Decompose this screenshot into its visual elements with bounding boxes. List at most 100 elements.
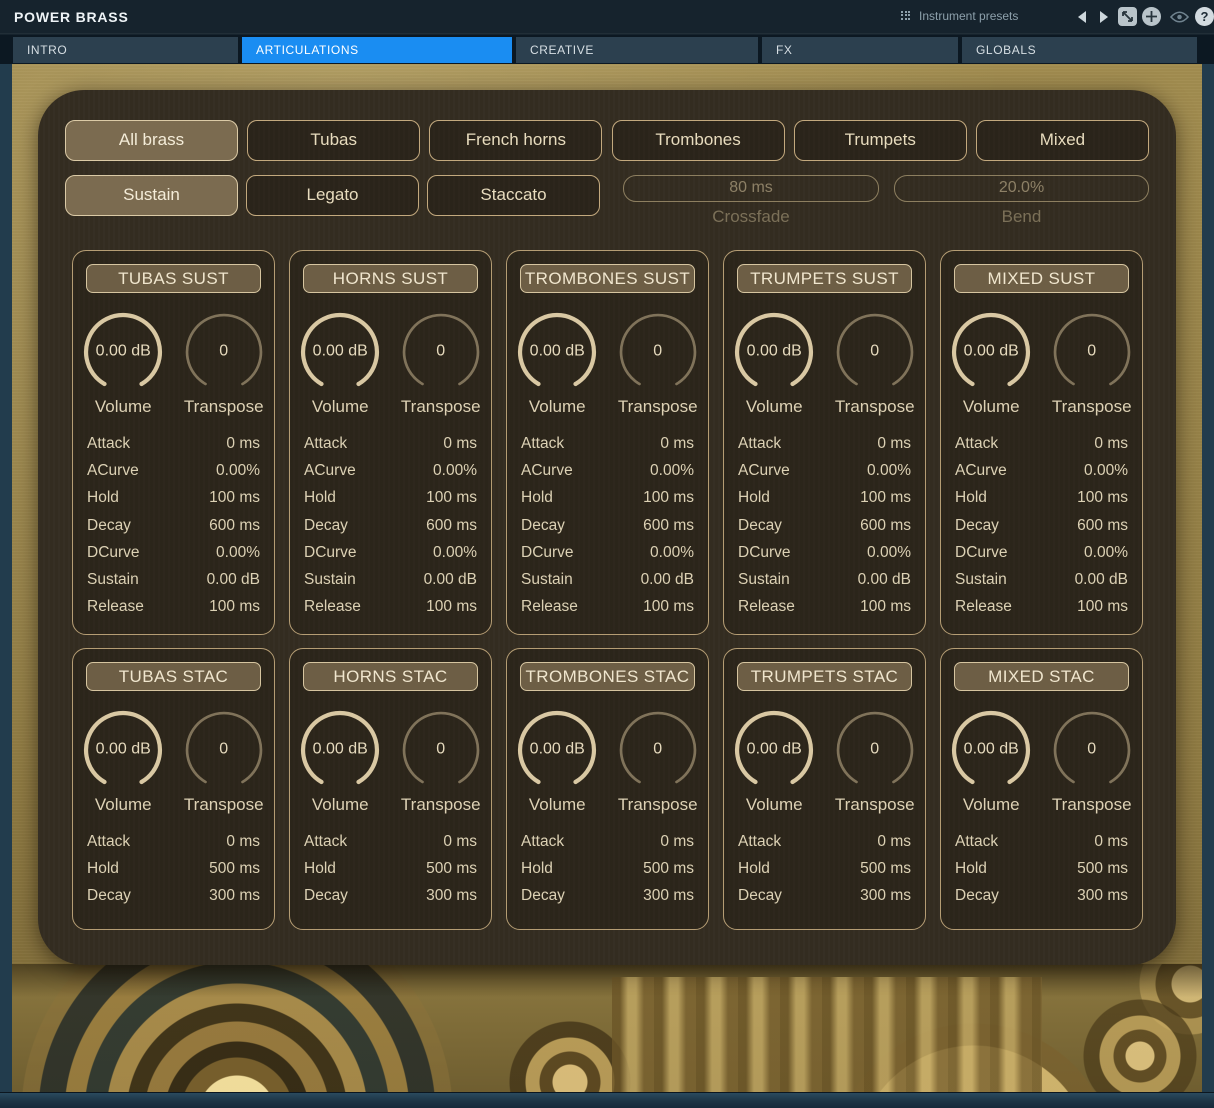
param-value[interactable]: 100 ms — [1077, 484, 1128, 511]
volume-knob[interactable]: 0.00 dB — [515, 708, 599, 792]
param-value[interactable]: 100 ms — [860, 484, 911, 511]
tab-intro[interactable]: INTRO — [13, 37, 238, 63]
volume-knob[interactable]: 0.00 dB — [732, 310, 816, 394]
param-value[interactable]: 0.00% — [216, 457, 260, 484]
param-value[interactable]: 0 ms — [443, 430, 477, 457]
param-value[interactable]: 500 ms — [209, 855, 260, 882]
param-value[interactable]: 0.00 dB — [641, 566, 694, 593]
resize-icon[interactable] — [1118, 7, 1137, 26]
param-value[interactable]: 0.00 dB — [858, 566, 911, 593]
param-value[interactable]: 300 ms — [426, 882, 477, 909]
volume-knob[interactable]: 0.00 dB — [298, 310, 382, 394]
transpose-knob[interactable]: 0 — [1050, 708, 1134, 792]
param-value[interactable]: 0.00 dB — [1075, 566, 1128, 593]
param-value[interactable]: 500 ms — [643, 855, 694, 882]
button-legato[interactable]: Legato — [246, 175, 419, 216]
transpose-knob[interactable]: 0 — [182, 310, 266, 394]
param-value[interactable]: 600 ms — [209, 512, 260, 539]
window-bottom-bar — [0, 1092, 1214, 1108]
param-value[interactable]: 0 ms — [226, 430, 260, 457]
volume-knob[interactable]: 0.00 dB — [949, 708, 1033, 792]
param-value[interactable]: 100 ms — [1077, 593, 1128, 620]
param-value[interactable]: 0.00 dB — [207, 566, 260, 593]
param-value[interactable]: 0.00% — [433, 539, 477, 566]
param-value[interactable]: 0.00% — [433, 457, 477, 484]
param-value[interactable]: 600 ms — [643, 512, 694, 539]
param-value[interactable]: 600 ms — [426, 512, 477, 539]
param-list: Attack 0 ms ACurve 0.00% Hold 100 — [73, 430, 274, 620]
button-staccato[interactable]: Staccato — [427, 175, 600, 216]
button-sustain[interactable]: Sustain — [65, 175, 238, 216]
param-value[interactable]: 0.00 dB — [424, 566, 477, 593]
param-value[interactable]: 100 ms — [860, 593, 911, 620]
crossfade-field[interactable]: 80 ms — [623, 175, 879, 202]
param-label: Release — [955, 593, 1012, 620]
button-mixed[interactable]: Mixed — [976, 120, 1149, 161]
param-value[interactable]: 0 ms — [1094, 430, 1128, 457]
transpose-value: 0 — [833, 343, 917, 361]
help-icon[interactable]: ? — [1195, 7, 1214, 26]
param-value[interactable]: 0.00% — [867, 539, 911, 566]
button-french-horns[interactable]: French horns — [429, 120, 602, 161]
transpose-knob[interactable]: 0 — [1050, 310, 1134, 394]
button-all-brass[interactable]: All brass — [65, 120, 238, 161]
visibility-icon[interactable] — [1170, 7, 1189, 26]
transpose-knob[interactable]: 0 — [833, 708, 917, 792]
button-tubas[interactable]: Tubas — [247, 120, 420, 161]
transpose-knob[interactable]: 0 — [399, 708, 483, 792]
bend-field[interactable]: 20.0% — [894, 175, 1149, 202]
previous-preset-icon[interactable] — [1078, 11, 1086, 23]
param-value[interactable]: 0.00% — [867, 457, 911, 484]
param-value[interactable]: 0 ms — [443, 828, 477, 855]
volume-knob[interactable]: 0.00 dB — [81, 708, 165, 792]
button-trombones[interactable]: Trombones — [612, 120, 785, 161]
param-value[interactable]: 500 ms — [1077, 855, 1128, 882]
param-value[interactable]: 0 ms — [1094, 828, 1128, 855]
tab-fx[interactable]: FX — [762, 37, 958, 63]
volume-knob[interactable]: 0.00 dB — [515, 310, 599, 394]
param-row: Hold 100 ms — [304, 484, 477, 511]
param-value[interactable]: 0.00% — [1084, 539, 1128, 566]
param-value[interactable]: 600 ms — [1077, 512, 1128, 539]
param-value[interactable]: 300 ms — [643, 882, 694, 909]
param-value[interactable]: 0.00% — [650, 539, 694, 566]
tab-articulations[interactable]: ARTICULATIONS — [242, 37, 512, 63]
param-value[interactable]: 100 ms — [209, 593, 260, 620]
volume-knob[interactable]: 0.00 dB — [298, 708, 382, 792]
tab-globals[interactable]: GLOBALS — [962, 37, 1197, 63]
param-value[interactable]: 0 ms — [660, 828, 694, 855]
param-value[interactable]: 100 ms — [209, 484, 260, 511]
tab-creative[interactable]: CREATIVE — [516, 37, 758, 63]
param-value[interactable]: 0 ms — [877, 828, 911, 855]
next-preset-icon[interactable] — [1100, 11, 1108, 23]
transpose-knob[interactable]: 0 — [833, 310, 917, 394]
volume-knob[interactable]: 0.00 dB — [81, 310, 165, 394]
param-value[interactable]: 0 ms — [660, 430, 694, 457]
param-value[interactable]: 0.00% — [650, 457, 694, 484]
transpose-knob[interactable]: 0 — [182, 708, 266, 792]
param-value[interactable]: 100 ms — [643, 484, 694, 511]
transpose-knob[interactable]: 0 — [616, 310, 700, 394]
param-value[interactable]: 500 ms — [860, 855, 911, 882]
volume-knob[interactable]: 0.00 dB — [949, 310, 1033, 394]
panel-trombones-sust: TROMBONES SUST 0.00 dB Volume — [506, 250, 709, 635]
transpose-knob[interactable]: 0 — [399, 310, 483, 394]
volume-knob[interactable]: 0.00 dB — [732, 708, 816, 792]
param-value[interactable]: 0 ms — [226, 828, 260, 855]
param-value[interactable]: 300 ms — [1077, 882, 1128, 909]
param-value[interactable]: 0.00% — [216, 539, 260, 566]
param-value[interactable]: 300 ms — [860, 882, 911, 909]
param-value[interactable]: 0.00% — [1084, 457, 1128, 484]
param-value[interactable]: 300 ms — [209, 882, 260, 909]
param-value[interactable]: 100 ms — [643, 593, 694, 620]
param-value[interactable]: 100 ms — [426, 484, 477, 511]
move-icon[interactable] — [1142, 7, 1161, 26]
param-value[interactable]: 100 ms — [426, 593, 477, 620]
param-value[interactable]: 600 ms — [860, 512, 911, 539]
button-trumpets[interactable]: Trumpets — [794, 120, 967, 161]
instrument-presets-button[interactable]: Instrument presets — [901, 9, 1018, 23]
param-value[interactable]: 0 ms — [877, 430, 911, 457]
volume-label: Volume — [963, 397, 1020, 417]
transpose-knob[interactable]: 0 — [616, 708, 700, 792]
param-value[interactable]: 500 ms — [426, 855, 477, 882]
